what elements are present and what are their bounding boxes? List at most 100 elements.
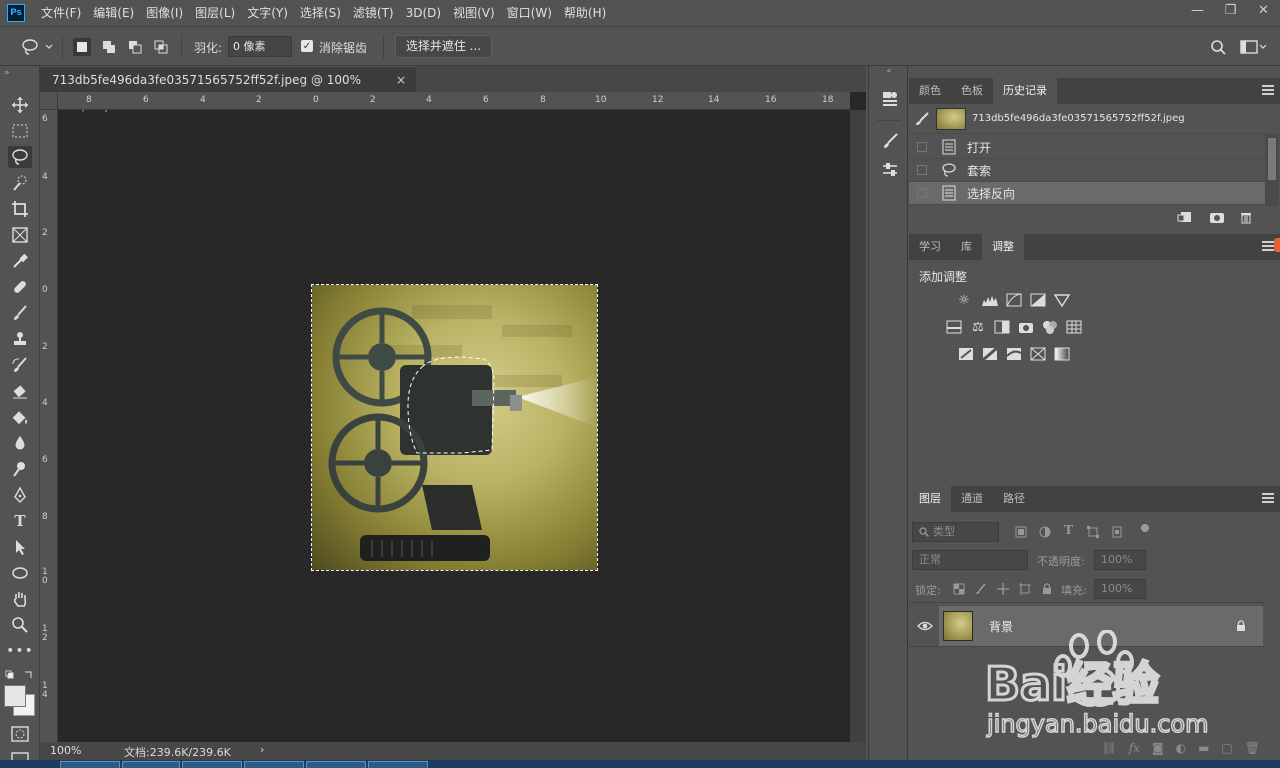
close-tab-icon[interactable]: ×	[396, 67, 406, 93]
add-to-selection-button[interactable]	[100, 38, 118, 56]
hue-saturation-icon[interactable]	[945, 319, 963, 335]
collapse-toolbar-icon[interactable]: »	[4, 68, 10, 78]
brightness-icon[interactable]: ☼	[955, 292, 973, 308]
gradient-map-icon[interactable]	[1053, 346, 1071, 362]
frame-tool[interactable]	[8, 224, 32, 246]
minimize-button[interactable]: —	[1181, 0, 1214, 20]
eyedropper-tool[interactable]	[8, 250, 32, 272]
new-group-icon[interactable]: ▬	[1198, 741, 1209, 755]
fx-icon[interactable]: fx	[1129, 741, 1140, 755]
panel-menu-icon[interactable]	[1262, 85, 1274, 95]
dodge-tool[interactable]	[8, 458, 32, 480]
tab-learn[interactable]: 学习	[909, 234, 951, 260]
tab-channels[interactable]: 通道	[951, 486, 993, 512]
menu-edit[interactable]: 编辑(E)	[87, 0, 140, 26]
menu-file[interactable]: 文件(F)	[35, 0, 87, 26]
eye-icon[interactable]	[917, 620, 933, 632]
levels-icon[interactable]	[981, 292, 999, 308]
quick-mask-icon[interactable]	[11, 726, 29, 742]
lock-position-icon[interactable]	[997, 583, 1009, 595]
curves-icon[interactable]	[1005, 292, 1023, 308]
add-mask-icon[interactable]: ◙	[1152, 741, 1164, 755]
filter-toggle-icon[interactable]	[1141, 524, 1149, 532]
document-tab[interactable]: 713db5fe496da3fe03571565752ff52f.jpeg @ …	[40, 66, 416, 113]
intersect-selection-button[interactable]	[152, 38, 170, 56]
menu-type[interactable]: 文字(Y)	[241, 0, 294, 26]
channel-mixer-icon[interactable]	[1041, 319, 1059, 335]
pen-tool[interactable]	[8, 484, 32, 506]
path-selection-tool[interactable]	[8, 536, 32, 558]
menu-window[interactable]: 窗口(W)	[501, 0, 558, 26]
menu-view[interactable]: 视图(V)	[447, 0, 501, 26]
workspace-icon[interactable]	[1240, 39, 1266, 55]
healing-brush-tool[interactable]	[8, 276, 32, 298]
taskbar-button[interactable]	[306, 761, 366, 768]
menu-3d[interactable]: 3D(D)	[400, 0, 447, 26]
properties-dock-button[interactable]	[879, 88, 901, 110]
history-checkbox[interactable]	[917, 165, 927, 175]
history-checkbox[interactable]	[917, 188, 927, 198]
history-brush-tool[interactable]	[8, 354, 32, 376]
search-icon[interactable]	[1210, 39, 1226, 55]
link-layers-icon[interactable]: ⛓	[1101, 741, 1116, 755]
history-snapshot[interactable]: 713db5fe496da3fe03571565752ff52f.jpeg	[909, 104, 1265, 134]
notification-tab[interactable]	[1274, 238, 1280, 252]
selective-color-icon[interactable]	[1029, 346, 1047, 362]
lock-pixels-icon[interactable]	[975, 583, 987, 595]
tab-layers[interactable]: 图层	[909, 486, 951, 512]
taskbar-button[interactable]	[368, 761, 428, 768]
history-scrollbar[interactable]	[1265, 134, 1279, 206]
edit-toolbar-button[interactable]: •••	[6, 640, 33, 662]
antialias-checkbox[interactable]: ✓	[301, 40, 313, 52]
vertical-scrollbar[interactable]	[850, 110, 866, 742]
history-item[interactable]: 套索	[909, 159, 1265, 182]
menu-select[interactable]: 选择(S)	[294, 0, 347, 26]
lock-transparent-icon[interactable]	[953, 583, 965, 595]
delete-layer-icon[interactable]: 🗑	[1245, 741, 1260, 755]
tool-preset-picker[interactable]	[20, 37, 54, 57]
blur-tool[interactable]	[8, 432, 32, 454]
photo-filter-icon[interactable]	[1017, 319, 1035, 335]
filter-type-icon[interactable]: T	[1064, 523, 1073, 537]
tab-adjustments[interactable]: 调整	[982, 234, 1024, 260]
panel-menu-icon[interactable]	[1262, 493, 1274, 503]
feather-input[interactable]: 0 像素	[228, 36, 292, 57]
taskbar-button[interactable]	[182, 761, 242, 768]
layer-filter-dropdown[interactable]: 类型	[912, 522, 999, 542]
quick-selection-tool[interactable]	[8, 172, 32, 194]
ruler-origin[interactable]	[40, 92, 58, 110]
fill-input[interactable]: 100%	[1094, 579, 1146, 599]
close-button[interactable]: ✕	[1247, 0, 1280, 20]
blend-mode-dropdown[interactable]: 正常	[912, 550, 1028, 570]
collapse-dock-icon[interactable]: «	[869, 66, 909, 76]
adjust-dock-button[interactable]	[879, 158, 901, 180]
trash-icon[interactable]	[1239, 210, 1253, 224]
menu-help[interactable]: 帮助(H)	[558, 0, 612, 26]
tab-history[interactable]: 历史记录	[993, 78, 1057, 104]
threshold-icon[interactable]	[1005, 346, 1023, 362]
color-lookup-icon[interactable]	[1065, 319, 1083, 335]
panel-menu-icon[interactable]	[1262, 241, 1274, 251]
lock-all-icon[interactable]	[1041, 583, 1053, 595]
clone-stamp-tool[interactable]	[8, 328, 32, 350]
color-balance-icon[interactable]: ⚖	[969, 319, 987, 335]
select-and-mask-button[interactable]: 选择并遮住 ...	[395, 35, 492, 58]
zoom-level[interactable]: 100%	[50, 744, 81, 757]
opacity-input[interactable]: 100%	[1094, 550, 1146, 570]
tab-libraries[interactable]: 库	[951, 234, 982, 260]
brushes-dock-button[interactable]	[879, 130, 901, 152]
lock-artboard-icon[interactable]	[1019, 583, 1031, 595]
ellipse-tool[interactable]	[8, 562, 32, 584]
black-white-icon[interactable]	[993, 319, 1011, 335]
filter-adjustment-icon[interactable]	[1039, 526, 1051, 538]
camera-icon[interactable]	[1209, 210, 1225, 224]
taskbar-button[interactable]	[244, 761, 304, 768]
eraser-tool[interactable]	[8, 380, 32, 402]
filter-pixel-icon[interactable]	[1015, 526, 1027, 538]
adjustment-layer-icon[interactable]: ◐	[1176, 741, 1186, 755]
tab-swatches[interactable]: 色板	[951, 78, 993, 104]
exposure-icon[interactable]	[1029, 292, 1047, 308]
posterize-icon[interactable]	[981, 346, 999, 362]
invert-icon[interactable]	[957, 346, 975, 362]
new-selection-button[interactable]	[73, 38, 91, 56]
